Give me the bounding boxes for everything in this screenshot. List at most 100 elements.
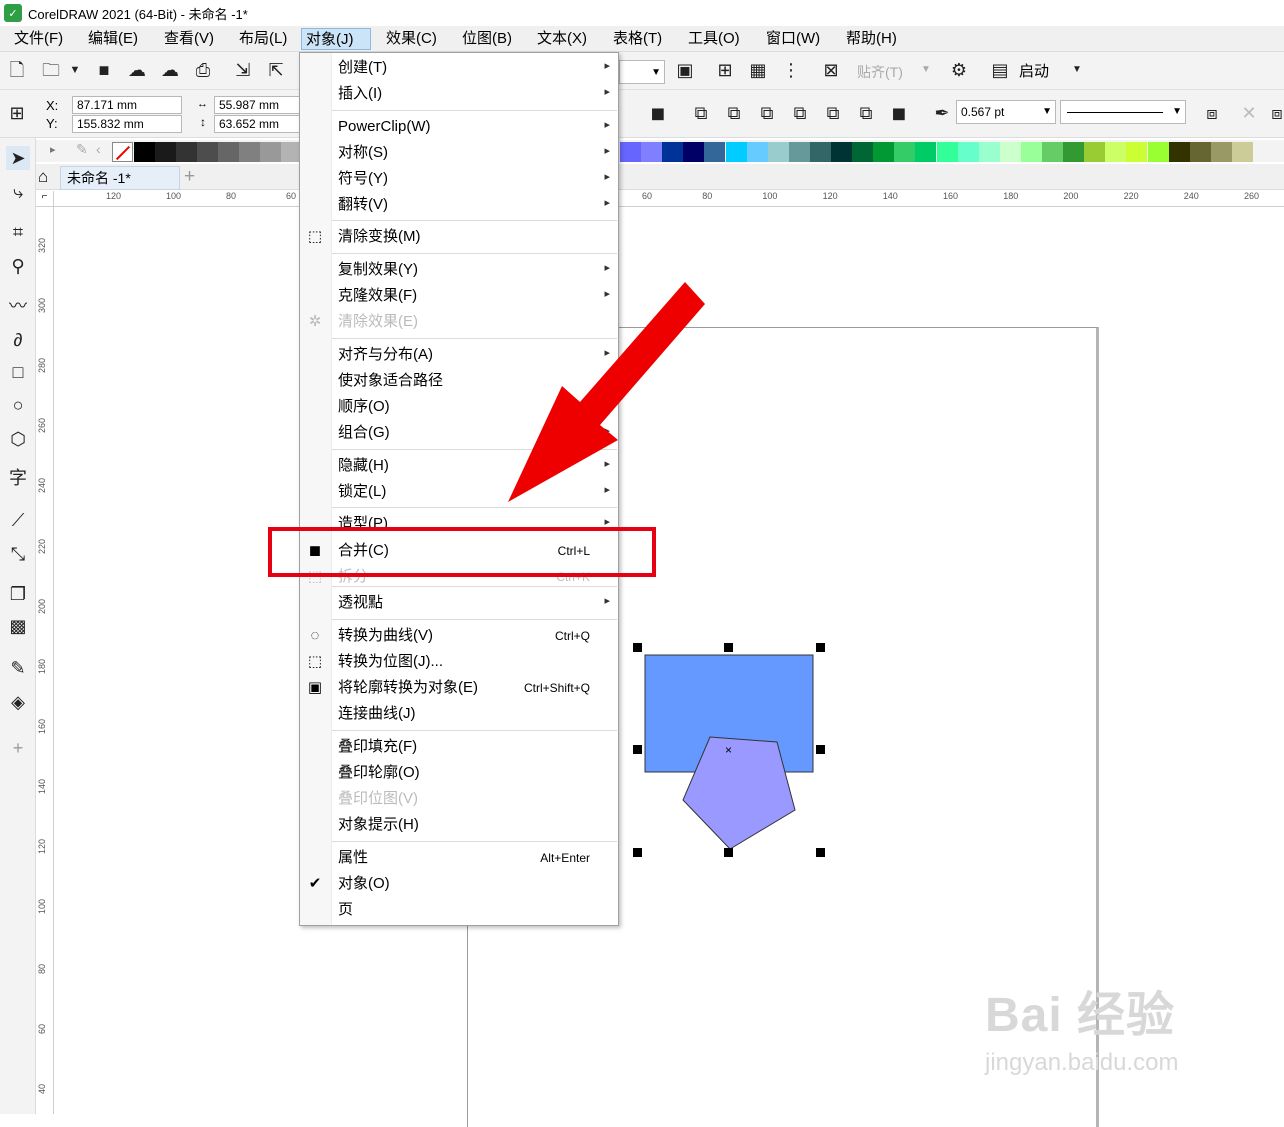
shape-tool-icon[interactable]: ⤷ (6, 180, 30, 204)
menu-file[interactable]: 文件(F) (10, 28, 67, 50)
menu-item[interactable]: 对称(S) ▸ (300, 140, 618, 166)
ellipse-tool-icon[interactable]: ○ (6, 393, 30, 417)
polygon-tool-icon[interactable]: ⬡ (6, 427, 30, 451)
menu-item[interactable]: PowerClip(W) ▸ (300, 114, 618, 140)
palette-swatch[interactable] (1126, 142, 1148, 162)
home-icon[interactable]: ⌂ (38, 167, 48, 187)
selection-handle[interactable] (633, 848, 642, 857)
menu-layout[interactable]: 布局(L) (235, 28, 291, 50)
outline-width-field[interactable]: 0.567 pt ▼ (956, 100, 1056, 124)
text-tool-icon[interactable]: 字 (6, 466, 30, 490)
selection-handle[interactable] (633, 745, 642, 754)
artistic-media-icon[interactable]: ∂ (6, 328, 30, 352)
add-tool-icon[interactable]: + (6, 736, 30, 760)
palette-prev-icon[interactable]: ‹ (96, 141, 101, 157)
menu-text[interactable]: 文本(X) (533, 28, 591, 50)
freehand-tool-icon[interactable]: 〰 (6, 294, 30, 318)
open-folder-icon[interactable]: 🗀 (40, 59, 62, 81)
outline-width-chevron-icon[interactable]: ▼ (1042, 101, 1052, 123)
menu-item[interactable]: ✔ 对象(O) (300, 871, 618, 897)
menu-item[interactable]: 叠印轮廓(O) (300, 760, 618, 786)
add-document-icon[interactable]: + (184, 166, 195, 188)
palette-swatch[interactable] (155, 142, 176, 162)
grid-icon[interactable]: ▦ (747, 59, 769, 81)
palette-swatch[interactable] (683, 142, 705, 162)
width-field[interactable]: 55.987 mm (214, 96, 304, 114)
new-document-icon[interactable]: 🗋 (6, 59, 28, 81)
y-position-field[interactable]: 155.832 mm (72, 115, 182, 133)
full-screen-icon[interactable]: ▣ (674, 59, 696, 81)
menu-object[interactable]: 对象(J) (301, 28, 371, 50)
palette-swatch[interactable] (704, 142, 726, 162)
launch-icon[interactable]: ▤ (989, 59, 1011, 81)
combine-toolbar-icon[interactable]: ◼ (647, 102, 669, 124)
menu-item[interactable]: 叠印位图(V) (300, 786, 618, 812)
selection-handle[interactable] (724, 848, 733, 857)
menu-item[interactable]: 连接曲线(J) (300, 701, 618, 727)
menu-item[interactable]: 透视點 ▸ (300, 590, 618, 616)
palette-swatch[interactable] (239, 142, 260, 162)
palette-swatch[interactable] (1084, 142, 1106, 162)
menu-item[interactable]: 创建(T) ▸ (300, 55, 618, 81)
palette-swatch[interactable] (641, 142, 663, 162)
palette-swatch[interactable] (978, 142, 1000, 162)
menu-window[interactable]: 窗口(W) (762, 28, 824, 50)
menu-item[interactable]: 插入(I) ▸ (300, 81, 618, 107)
x-position-field[interactable]: 87.171 mm (72, 96, 182, 114)
palette-swatch[interactable] (1063, 142, 1085, 162)
rectangle-tool-icon[interactable]: □ (6, 360, 30, 384)
menu-effects[interactable]: 效果(C) (382, 28, 441, 50)
rulers-icon[interactable]: ⊞ (714, 59, 736, 81)
front-minus-back-icon[interactable]: ⧉ (822, 102, 844, 124)
menu-item[interactable]: 翻转(V) ▸ (300, 192, 618, 218)
menu-item[interactable]: 符号(Y) ▸ (300, 166, 618, 192)
import-icon[interactable]: ⇲ (232, 59, 254, 81)
ruler-origin-icon[interactable]: ⌐ (36, 191, 54, 207)
palette-swatch[interactable] (831, 142, 852, 162)
menu-item[interactable]: ⬚ 转换为位图(J)... (300, 649, 618, 675)
zoom-tool-icon[interactable]: ⚲ (6, 254, 30, 278)
connector-tool-icon[interactable]: ⤡ (6, 542, 30, 566)
weld-icon[interactable]: ⧉ (690, 102, 712, 124)
palette-scroll-left-icon[interactable]: ▸ (50, 143, 56, 156)
boundary-icon[interactable]: ◼ (888, 102, 910, 124)
trim-icon[interactable]: ⧉ (723, 102, 745, 124)
cloud-download-icon[interactable]: ☁ (126, 59, 148, 81)
menu-view[interactable]: 查看(V) (160, 28, 218, 50)
drop-shadow-tool-icon[interactable]: ❐ (6, 582, 30, 606)
no-color-swatch[interactable] (112, 142, 133, 162)
zoom-select[interactable]: ▼ (619, 60, 665, 84)
export-icon[interactable]: ⇱ (265, 59, 287, 81)
cloud-upload-icon[interactable]: ☁ (159, 59, 181, 81)
selection-handle[interactable] (633, 643, 642, 652)
vertical-ruler[interactable]: 320 300 280 260 240 220 200 180 160 140 120 100 80 60… (36, 207, 54, 1114)
pick-tool-icon[interactable]: ➤ (6, 146, 30, 170)
eyedropper-tool-icon[interactable]: ✎ (6, 656, 30, 680)
palette-swatch[interactable] (957, 142, 979, 162)
menu-bitmaps[interactable]: 位图(B) (458, 28, 516, 50)
menu-help[interactable]: 帮助(H) (842, 28, 901, 50)
object-origin-icon[interactable]: ⊞ (6, 102, 28, 124)
palette-swatch[interactable] (894, 142, 916, 162)
eyedropper-icon[interactable]: ✎ (76, 141, 88, 158)
palette-swatch[interactable] (197, 142, 218, 162)
transparency-tool-icon[interactable]: ▩ (6, 614, 30, 638)
back-minus-front-icon[interactable]: ⧉ (855, 102, 877, 124)
remove-icon[interactable]: ✕ (1238, 102, 1260, 124)
menu-item[interactable]: ◌ 转换为曲线(V) Ctrl+Q (300, 623, 618, 649)
palette-swatch[interactable] (809, 142, 831, 162)
palette-swatch[interactable] (725, 142, 747, 162)
launch-label[interactable]: 启动 (1019, 60, 1049, 81)
gear-icon[interactable]: ⚙ (948, 59, 970, 81)
palette-swatch[interactable] (1210, 142, 1232, 162)
simplify-icon[interactable]: ⧉ (789, 102, 811, 124)
selection-handle[interactable] (816, 745, 825, 754)
palette-swatch[interactable] (788, 142, 810, 162)
palette-swatch[interactable] (936, 142, 958, 162)
document-tab[interactable]: 未命名 -1* (60, 166, 180, 190)
palette-swatch[interactable] (260, 142, 281, 162)
palette-swatch[interactable] (999, 142, 1021, 162)
palette-swatch[interactable] (1168, 142, 1190, 162)
dimension-tool-icon[interactable]: ⟋ (6, 508, 30, 532)
menu-tools[interactable]: 工具(O) (684, 28, 744, 50)
